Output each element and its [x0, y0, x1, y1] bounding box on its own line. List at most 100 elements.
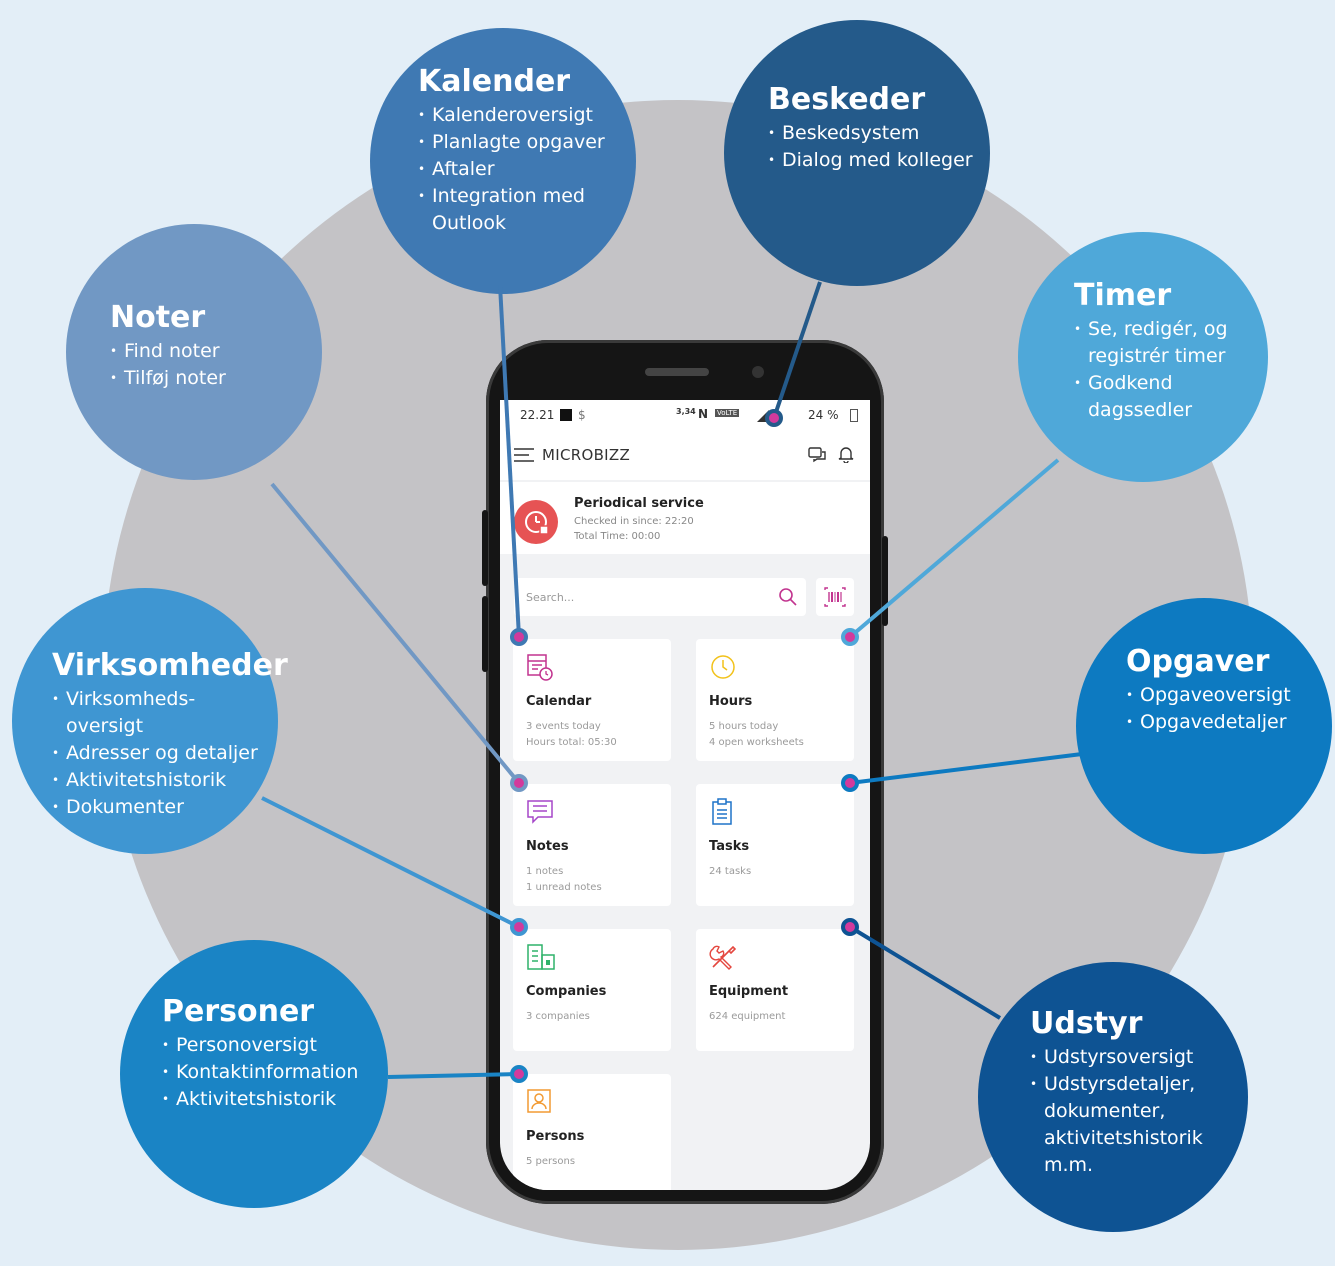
bubble-title: Personer [162, 994, 315, 1029]
bubble-beskeder: Beskeder Beskedsystem Dialog med kollege… [724, 20, 990, 286]
search-input[interactable]: Search... [514, 578, 806, 616]
marker-noter [510, 774, 528, 792]
bubble-item: Personoversigt [162, 1032, 388, 1059]
note-icon [527, 800, 553, 824]
notification-icon [560, 409, 572, 421]
bubble-noter: Noter Find noter Tilføj noter [66, 224, 322, 480]
bubble-item: Find noter [110, 338, 322, 365]
card-tasks[interactable]: Tasks 24 tasks [696, 784, 854, 906]
card-title: Companies [526, 984, 607, 999]
currency-icon: $ [578, 408, 586, 422]
calendar-icon [527, 654, 553, 681]
search-icon[interactable] [778, 587, 798, 607]
bubble-item: Kalenderoversigt [418, 102, 636, 129]
bubble-udstyr: Udstyr Udstyrsoversigt Udstyrsdetaljer, … [978, 962, 1248, 1232]
card-title: Calendar [526, 694, 592, 709]
person-icon [527, 1089, 551, 1113]
checkin-total: Total Time: 00:00 [574, 531, 661, 542]
bubble-timer: Timer Se, redigér, og registrér timer Go… [1018, 232, 1268, 482]
clipboard-icon [712, 798, 732, 825]
card-detail: 3 companies [526, 1011, 590, 1022]
net-speed: 3,34 [676, 407, 696, 416]
building-icon [527, 944, 555, 970]
bubble-item: Aftaler [418, 156, 636, 183]
phone-power-button [882, 536, 888, 626]
card-title: Hours [709, 694, 753, 709]
app-screen: 22.21 $ 3,34 N VoLTE 24 % MICROBIZZ Peri… [500, 400, 870, 1190]
marker-opgaver [841, 774, 859, 792]
phone-camera [752, 366, 764, 378]
nfc-icon: N [698, 407, 709, 421]
bubble-item: Planlagte opgaver [418, 129, 636, 156]
bell-icon[interactable] [838, 445, 854, 463]
card-detail: 24 tasks [709, 866, 752, 877]
bubble-item: Godkend dagssedler [1074, 370, 1234, 424]
barcode-icon [824, 587, 846, 607]
bubble-item: Adresser og detaljer [52, 740, 278, 767]
card-detail: 624 equipment [709, 1011, 786, 1022]
checkin-panel[interactable]: Periodical service Checked in since: 22:… [500, 482, 870, 554]
bubble-title: Beskeder [768, 82, 926, 117]
barcode-scan-button[interactable] [816, 578, 854, 616]
search-placeholder: Search... [526, 591, 575, 604]
bubble-item: Integration med Outlook [418, 183, 602, 237]
phone-mockup: 22.21 $ 3,34 N VoLTE 24 % MICROBIZZ Peri… [482, 340, 888, 1204]
card-detail: 5 hours today [709, 721, 779, 732]
bubble-title: Virksomheder [52, 648, 288, 683]
menu-icon[interactable] [514, 448, 534, 462]
bubble-item: Opgaveoversigt [1126, 682, 1332, 709]
card-equipment[interactable]: Equipment 624 equipment [696, 929, 854, 1051]
card-persons[interactable]: Persons 5 persons [513, 1074, 671, 1190]
card-detail: 1 notes [526, 866, 564, 877]
marker-kalender [510, 628, 528, 646]
card-calendar[interactable]: Calendar 3 events today Hours total: 05:… [513, 639, 671, 761]
app-header: MICROBIZZ [500, 430, 870, 480]
volte-icon: VoLTE [715, 409, 740, 417]
card-companies[interactable]: Companies 3 companies [513, 929, 671, 1051]
card-title: Tasks [709, 839, 750, 854]
marker-personer [510, 1065, 528, 1083]
card-detail: Hours total: 05:30 [526, 737, 617, 748]
phone-volume-up [482, 510, 488, 586]
bubble-personer: Personer Personoversigt Kontaktinformati… [120, 940, 388, 1208]
bubble-item: Dokumenter [52, 794, 278, 821]
card-hours[interactable]: Hours 5 hours today 4 open worksheets [696, 639, 854, 761]
tools-icon [709, 945, 737, 970]
battery-icon [850, 409, 858, 422]
bubble-opgaver: Opgaver Opgaveoversigt Opgavedetaljer [1076, 598, 1332, 854]
bubble-item: Aktivitetshistorik [162, 1086, 388, 1113]
bubble-title: Opgaver [1126, 644, 1270, 679]
bubble-kalender: Kalender Kalenderoversigt Planlagte opga… [370, 28, 636, 294]
bubble-item: Kontaktinformation [162, 1059, 388, 1086]
phone-volume-down [482, 596, 488, 672]
card-title: Notes [526, 839, 569, 854]
checkin-since: Checked in since: 22:20 [574, 516, 694, 527]
card-detail: 4 open worksheets [709, 737, 804, 748]
bubble-item: Dialog med kolleger [768, 147, 990, 174]
bubble-title: Noter [110, 300, 206, 335]
card-notes[interactable]: Notes 1 notes 1 unread notes [513, 784, 671, 906]
status-time: 22.21 [520, 408, 555, 422]
marker-timer [841, 628, 859, 646]
card-detail: 5 persons [526, 1156, 576, 1167]
checkout-button[interactable] [514, 500, 558, 544]
bubble-item: Aktivitetshistorik [52, 767, 278, 794]
app-title: MICROBIZZ [542, 446, 631, 464]
bubble-item: Udstyrsdetaljer, dokumenter, aktivitetsh… [1030, 1071, 1203, 1179]
phone-speaker [645, 368, 709, 376]
card-detail: 3 events today [526, 721, 601, 732]
marker-beskeder [765, 409, 783, 427]
bubble-item: Tilføj noter [110, 365, 322, 392]
clock-icon [711, 655, 735, 679]
marker-virksomheder [510, 918, 528, 936]
bubble-item: Virksomheds-oversigt [52, 686, 196, 740]
bubble-title: Kalender [418, 64, 571, 99]
checkin-title: Periodical service [574, 496, 704, 511]
marker-udstyr [841, 918, 859, 936]
chat-icon[interactable] [808, 446, 828, 464]
bubble-virksomheder: Virksomheder Virksomheds-oversigt Adress… [12, 588, 288, 854]
card-detail: 1 unread notes [526, 882, 602, 893]
battery-level: 24 % [808, 408, 839, 422]
bubble-item: Opgavedetaljer [1126, 709, 1332, 736]
bubble-title: Udstyr [1030, 1006, 1143, 1041]
